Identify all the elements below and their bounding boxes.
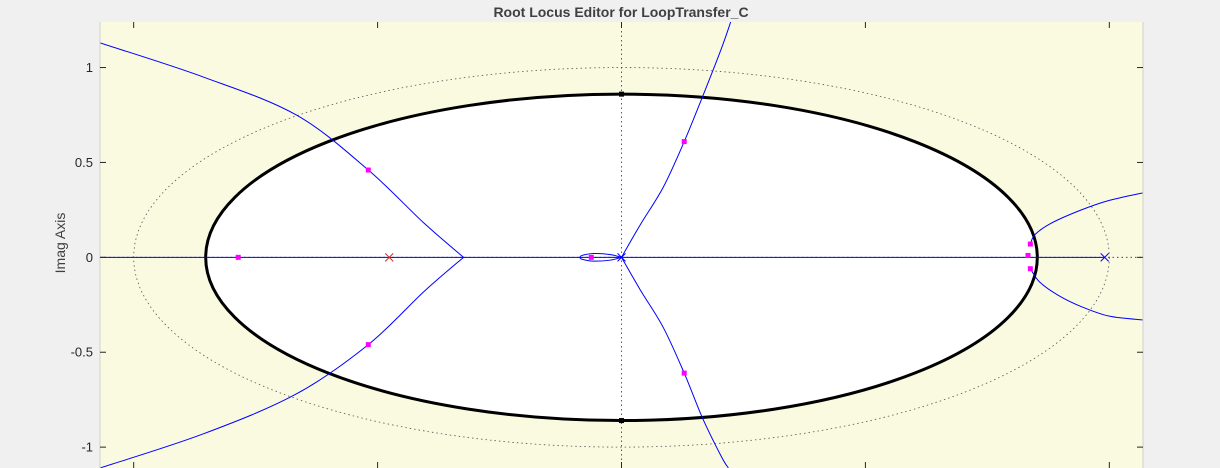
plot-area[interactable] (99, 22, 1144, 468)
closed-loop-pole-marker (365, 342, 371, 348)
y-tick-label: -0.5 (71, 345, 93, 360)
closed-loop-pole-marker (1027, 266, 1033, 272)
closed-loop-pole-marker (235, 254, 241, 260)
y-axis-label: Imag Axis (52, 213, 68, 274)
y-tick-label: -1 (81, 440, 93, 455)
closed-loop-pole-marker (681, 139, 687, 145)
constraint-handle-bottom (619, 418, 624, 424)
plot-clip-group (100, 22, 1143, 468)
closed-loop-pole-marker (1027, 241, 1033, 247)
closed-loop-pole-marker (365, 167, 371, 173)
chart-title: Root Locus Editor for LoopTransfer_C (493, 4, 748, 20)
y-tick-label: 0.5 (75, 155, 93, 170)
constraint-handle-top (619, 91, 624, 97)
closed-loop-pole-marker (1025, 252, 1031, 258)
y-tick-label: 0 (86, 250, 93, 265)
root-locus-chart[interactable]: Root Locus Editor for LoopTransfer_C Ima… (0, 0, 1220, 468)
root-locus-figure: Root Locus Editor for LoopTransfer_C Ima… (0, 0, 1220, 468)
closed-loop-pole-marker (588, 254, 594, 260)
y-tick-label: 1 (86, 60, 93, 75)
closed-loop-pole-marker (681, 370, 687, 376)
